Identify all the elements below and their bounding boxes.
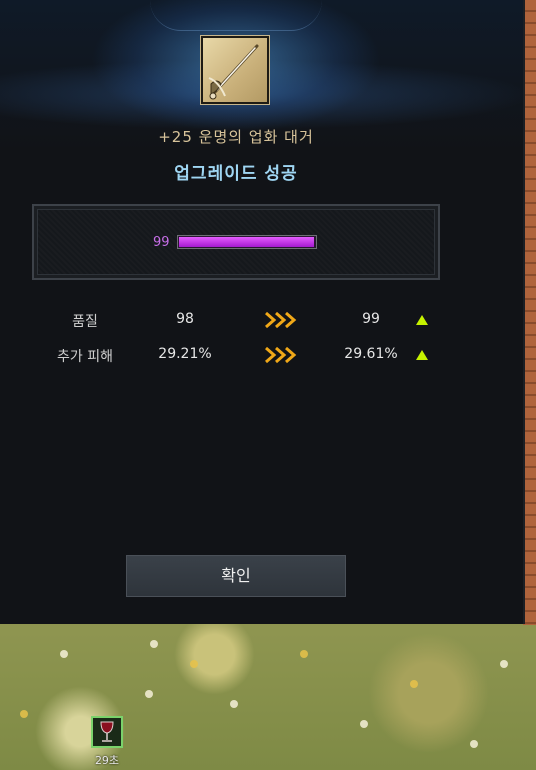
upgrade-result-dialog: +25 운명의 업화 대거 업그레이드 성공 99 품질 98 99 추가 피해…	[0, 0, 523, 624]
stat-after: 99	[362, 311, 380, 327]
flower	[145, 690, 153, 698]
flower	[360, 720, 368, 728]
flower	[230, 700, 238, 708]
stat-row-quality: 품질 98 99	[0, 311, 523, 331]
flower	[20, 710, 28, 718]
stat-label: 품질	[72, 314, 98, 330]
confirm-button[interactable]: 확인	[126, 555, 346, 597]
header-ornament	[150, 0, 322, 31]
buff-timer: 29초	[94, 754, 120, 767]
stat-before: 98	[176, 311, 194, 327]
flower	[190, 660, 198, 668]
triple-arrow-icon	[265, 311, 297, 329]
flower	[150, 640, 158, 648]
brick-wall	[523, 0, 536, 625]
flower	[470, 740, 478, 748]
triple-arrow-icon	[265, 346, 297, 364]
item-name: +25 운명의 업화 대거	[158, 128, 314, 146]
quality-bar-fill	[179, 237, 314, 247]
wine-glass-icon	[100, 721, 114, 742]
flower	[410, 680, 418, 688]
dagger-icon	[208, 44, 259, 100]
increase-triangle-icon	[416, 350, 428, 360]
stat-row-extra-damage: 추가 피해 29.21% 29.61%	[0, 346, 523, 366]
flower	[500, 660, 508, 668]
increase-triangle-icon	[416, 315, 428, 325]
quality-bar	[177, 235, 317, 249]
flower	[300, 650, 308, 658]
quality-value: 99	[153, 235, 170, 250]
dagger-item-icon[interactable]	[200, 35, 270, 105]
flower	[60, 650, 68, 658]
wine-glass-icon[interactable]	[91, 716, 123, 748]
result-title: 업그레이드 성공	[174, 164, 298, 184]
stat-after: 29.61%	[344, 346, 398, 362]
stat-before: 29.21%	[158, 346, 212, 362]
stat-label: 추가 피해	[57, 349, 113, 365]
